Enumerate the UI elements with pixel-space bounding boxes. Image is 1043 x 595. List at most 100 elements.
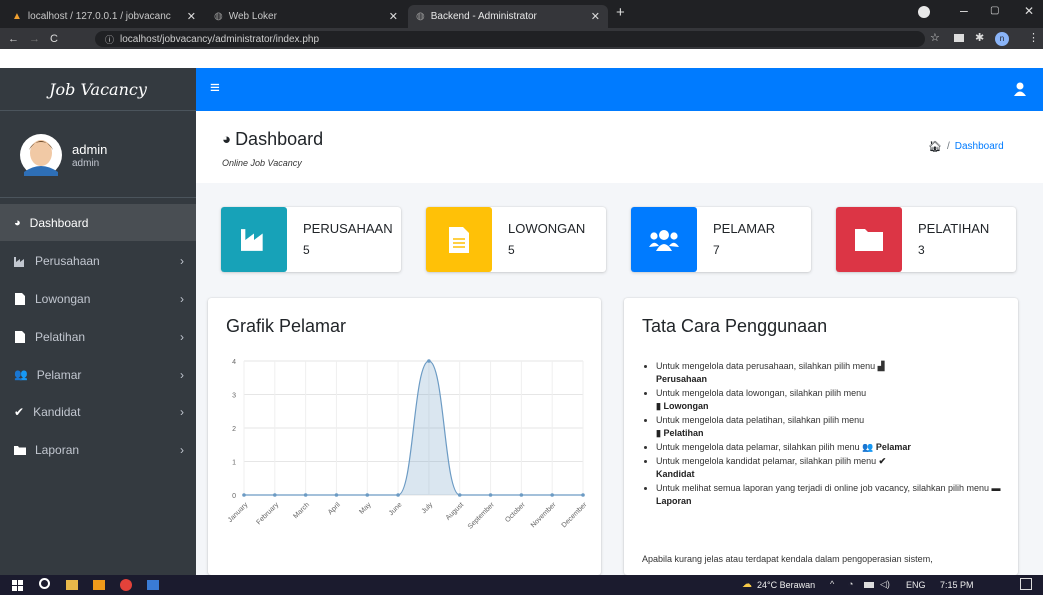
minimize-icon[interactable]: – [960,2,968,18]
x-tick-label: August [445,501,465,521]
user-name: admin [72,142,108,157]
battery-icon[interactable] [864,582,874,588]
sidebar-item-label: Lowongan [35,291,91,306]
y-tick-label: 0 [232,493,236,500]
sidebar-item-kandidat[interactable]: ✔ Kandidat › [0,393,196,430]
list-item: Untuk mengelola kandidat pelamar, silahk… [656,455,1002,481]
maximize-icon[interactable]: ▢ [990,5,999,16]
data-point [488,493,493,497]
tachometer-icon: ◕ [14,216,21,229]
brand-logo[interactable]: Job Vacancy [0,68,196,111]
data-point [303,493,308,497]
account-icon[interactable]: n [995,32,1009,46]
weather-text[interactable]: 24°C Berawan [757,580,815,590]
infobox-pelamar[interactable]: PELAMAR 7 [631,207,811,272]
data-point [550,493,554,497]
data-point [427,359,431,363]
sidebar-item-label: Pelamar [36,367,82,382]
extensions-icon[interactable]: ✱ [975,31,984,44]
list-item: Untuk mengelola data perusahaan, silahka… [656,360,1002,386]
browser-tab-bar: ▲ localhost / 127.0.0.1 / jobvacanc ✕ ◍ … [0,0,1043,28]
page-title: ◕ Dashboard [222,129,323,150]
item-text: Untuk mengelola data pelatihan, silahkan… [656,415,865,425]
forward-icon[interactable]: → [29,33,40,45]
y-tick-label: 2 [232,426,236,433]
sidebar-item-dashboard[interactable]: ◕ Dashboard [0,204,196,241]
item-text: Untuk mengelola data perusahaan, silahka… [656,361,876,371]
x-tick-label: November [530,501,558,529]
hamburger-menu-icon[interactable]: ≡ [210,79,220,96]
check-icon: ✔ [878,456,887,466]
favicon-icon: ◍ [214,11,223,22]
folder-icon [855,228,883,251]
file-icon [15,292,25,305]
favicon-icon: ▲ [12,11,22,22]
browser-tab[interactable]: ◍ Web Loker ✕ [206,5,406,28]
x-tick-label: December [561,501,589,529]
card-title: Grafik Pelamar [226,316,347,336]
infobox-pelatihan[interactable]: PELATIHAN 3 [836,207,1016,272]
search-icon[interactable] [39,578,50,589]
infobox-icon-bg [426,207,492,272]
media-icon[interactable] [954,34,964,42]
bookmark-star-icon[interactable]: ☆ [930,31,940,44]
reload-icon[interactable]: C [50,33,58,45]
volume-icon[interactable]: ◁) [880,579,890,590]
chevron-right-icon: › [180,442,184,457]
page-subtitle: Online Job Vacancy [222,158,302,168]
howto-footer: Apabila kurang jelas atau terdapat kenda… [642,554,933,564]
back-icon[interactable]: ← [8,33,19,45]
infobox-value: 5 [303,243,310,257]
close-tab-icon[interactable]: ✕ [187,10,196,23]
infobox-perusahaan[interactable]: PERUSAHAAN 5 [221,207,401,272]
item-menu-name: Laporan [656,496,692,506]
language-indicator[interactable]: ENG [906,580,926,590]
menu-icon[interactable]: ⋮ [1028,31,1039,44]
breadcrumb-current[interactable]: Dashboard [955,141,1004,152]
infobox-label: LOWONGAN [508,221,586,236]
close-window-icon[interactable]: ✕ [1024,4,1034,18]
chevron-right-icon: › [180,329,184,344]
new-tab-button[interactable]: + [616,4,625,21]
file-explorer-icon[interactable] [66,580,78,590]
windows-start-icon[interactable] [12,580,23,591]
user-panel[interactable]: admin admin [0,112,196,198]
app-icon[interactable] [147,580,159,590]
industry-icon [14,256,24,267]
chevron-right-icon: › [180,291,184,306]
clock[interactable]: 7:15 PM [940,580,974,590]
sidebar-item-lowongan[interactable]: Lowongan › [0,280,196,317]
file-icon [15,330,25,343]
home-icon[interactable]: 🏠︎ [928,140,942,153]
browser-tab[interactable]: ▲ localhost / 127.0.0.1 / jobvacanc ✕ [4,5,204,28]
infobox-value: 7 [713,243,720,257]
breadcrumb-separator: / [946,141,950,152]
app-icon[interactable] [93,580,105,590]
file-icon: ▮ [656,401,661,411]
close-tab-icon[interactable]: ✕ [389,10,398,23]
notification-icon[interactable] [1020,578,1032,590]
sidebar-item-pelamar[interactable]: 👥 Pelamar › [0,356,196,393]
sidebar-item-perusahaan[interactable]: Perusahaan › [0,242,196,279]
infobox-lowongan[interactable]: LOWONGAN 5 [426,207,606,272]
x-tick-label: September [467,501,497,531]
item-text: Untuk melihat semua laporan yang terjadi… [656,483,990,493]
chrome-icon[interactable] [120,579,132,591]
tray-chevron-icon[interactable]: ^ [830,579,834,589]
data-point [273,493,277,497]
list-item: Untuk melihat semua laporan yang terjadi… [656,482,1002,508]
user-icon[interactable] [1014,82,1026,96]
data-point [396,493,400,497]
sidebar-item-laporan[interactable]: Laporan › [0,431,196,468]
item-text: Untuk mengelola data pelamar, silahkan p… [656,442,860,452]
card-title: Tata Cara Penggunaan [642,316,828,336]
sidebar-item-pelatihan[interactable]: Pelatihan › [0,318,196,355]
check-icon: ✔ [14,404,25,419]
browser-tab-active[interactable]: ◍ Backend - Administrator ✕ [408,5,608,28]
close-tab-icon[interactable]: ✕ [591,10,600,23]
network-icon[interactable]: ◔ [848,579,853,589]
address-bar[interactable]: ⓘ localhost/jobvacancy/administrator/ind… [95,31,925,47]
item-menu-name: Pelatihan [663,428,704,438]
profile-icon[interactable] [918,6,930,18]
tachometer-icon: ◕ [222,131,232,148]
